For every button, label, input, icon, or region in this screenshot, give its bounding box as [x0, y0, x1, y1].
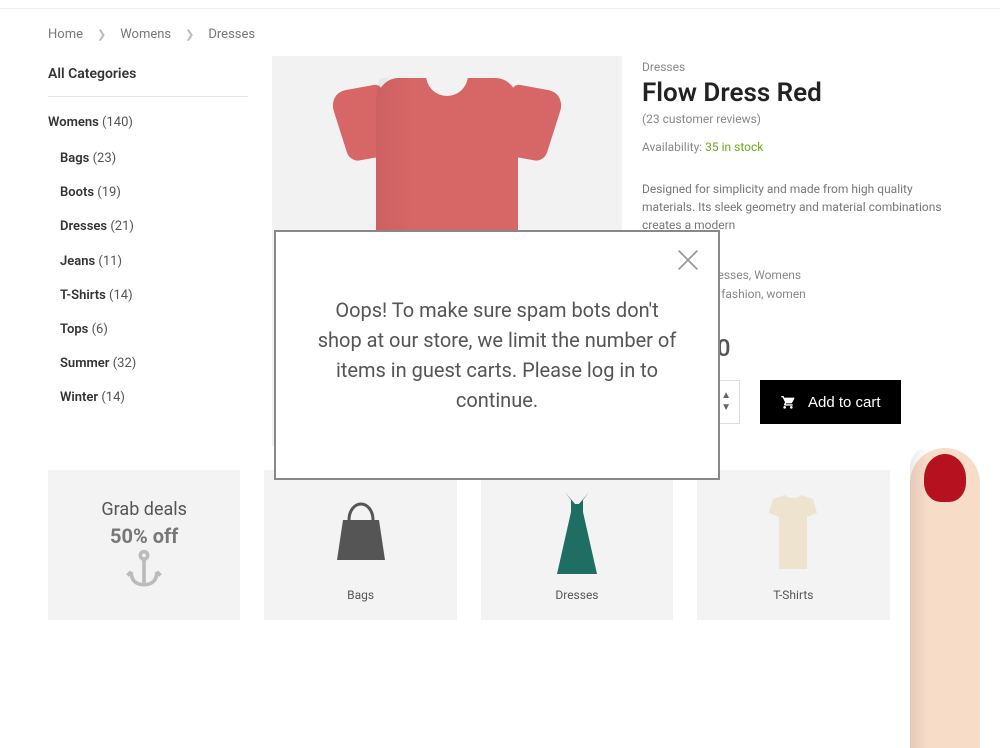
breadcrumb: Home ❯ Womens ❯ Dresses	[0, 9, 1000, 56]
sidebar-group-womens[interactable]: Womens (140)	[48, 97, 248, 136]
breadcrumb-dresses[interactable]: Dresses	[208, 27, 255, 42]
promo-line2: 50% off	[110, 524, 178, 548]
bag-icon	[321, 488, 401, 578]
sidebar-item-boots[interactable]: Boots (19)	[60, 176, 248, 210]
product-category[interactable]: Dresses	[642, 60, 942, 74]
modal-message: Oops! To make sure spam bots don't shop …	[312, 295, 682, 415]
promo-card-tshirts[interactable]: T-Shirts	[697, 470, 889, 620]
promo-card-label: T-Shirts	[773, 588, 813, 602]
promo-card-dresses[interactable]: Dresses	[481, 470, 673, 620]
cart-icon	[780, 394, 796, 410]
sidebar-item-jeans[interactable]: Jeans (11)	[60, 245, 248, 279]
add-to-cart-label: Add to cart	[808, 394, 881, 411]
breadcrumb-womens[interactable]: Womens	[120, 27, 171, 42]
dress-icon	[537, 488, 617, 578]
promo-grab-deals[interactable]: Grab deals 50% off	[48, 470, 240, 620]
product-availability: Availability: 35 in stock	[642, 140, 942, 154]
quantity-down-icon[interactable]: ▼	[721, 403, 731, 413]
promo-card-label: Dresses	[555, 588, 598, 602]
product-title: Flow Dress Red	[642, 78, 942, 108]
quantity-up-icon[interactable]: ▲	[721, 391, 731, 401]
sidebar-group-label: Womens	[48, 115, 99, 130]
chevron-right-icon: ❯	[185, 28, 194, 41]
stock-count: 35 in stock	[705, 140, 763, 154]
anchor-icon	[122, 548, 166, 592]
sidebar: All Categories Womens (140) Bags (23) Bo…	[48, 56, 248, 446]
sidebar-item-tshirts[interactable]: T-Shirts (14)	[60, 279, 248, 313]
sidebar-item-tops[interactable]: Tops (6)	[60, 313, 248, 347]
close-icon[interactable]	[674, 246, 702, 274]
sidebar-all-categories[interactable]: All Categories	[48, 56, 248, 97]
sidebar-item-dresses[interactable]: Dresses (21)	[60, 210, 248, 244]
product-description: Designed for simplicity and made from hi…	[642, 180, 942, 234]
promo-card-more[interactable]	[914, 470, 952, 620]
sidebar-item-summer[interactable]: Summer (32)	[60, 347, 248, 381]
promo-line1: Grab deals	[101, 499, 187, 520]
promo-card-bags[interactable]: Bags	[264, 470, 456, 620]
breadcrumb-home[interactable]: Home	[48, 27, 83, 42]
sidebar-group-count: (140)	[102, 115, 133, 130]
promo-card-label: Bags	[347, 588, 374, 602]
product-reviews-link[interactable]: (23 customer reviews)	[642, 112, 942, 126]
guest-cart-limit-modal: Oops! To make sure spam bots don't shop …	[274, 230, 720, 480]
sidebar-item-winter[interactable]: Winter (14)	[60, 381, 248, 415]
add-to-cart-button[interactable]: Add to cart	[760, 380, 901, 424]
sidebar-item-bags[interactable]: Bags (23)	[60, 142, 248, 176]
tshirt-icon	[753, 488, 833, 578]
chevron-right-icon: ❯	[97, 28, 106, 41]
